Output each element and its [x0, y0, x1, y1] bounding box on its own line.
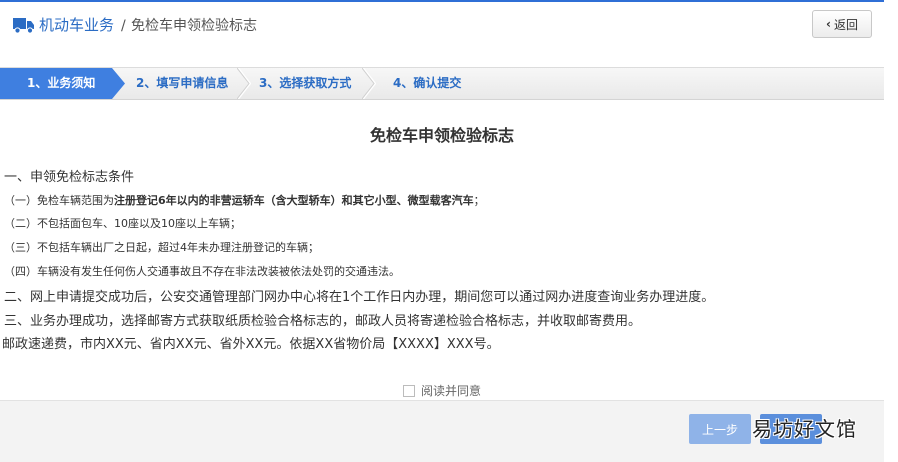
breadcrumb-current-page: 免检车申领检验标志 [131, 18, 257, 34]
previous-step-button[interactable]: 上一步 [689, 414, 751, 444]
step-1-business-notice: 1、业务须知 [27, 76, 96, 90]
section-3-text: 三、业务办理成功，选择邮寄方式获取纸质检验合格标志的，邮政人员将寄递检验合格标志… [4, 314, 642, 329]
page-header: 机动车业务 / 免检车申领检验标志 ‹ 返回 [0, 2, 884, 46]
condition-item-1-suffix: ； [473, 194, 485, 207]
step-3-choose-method: 3、选择获取方式 [259, 76, 352, 90]
step-2-fill-application: 2、填写申请信息 [136, 76, 229, 90]
condition-item-3: （三）不包括车辆出厂之日起，超过4年未办理注册登记的车辆； [4, 241, 319, 254]
section-2-text: 二、网上申请提交成功后，公安交通管理部门网办中心将在1个工作日内办理，期间您可以… [4, 290, 715, 305]
document-title: 免检车申领检验标志 [369, 126, 514, 145]
section-1-heading: 一、申领免检标志条件 [4, 170, 135, 185]
step-divider-chevron [237, 68, 251, 99]
condition-item-1-prefix: （一）免检车辆范围为 [4, 194, 114, 207]
breadcrumb-vehicle-business[interactable]: 机动车业务 [39, 15, 114, 35]
breadcrumb-separator: / [121, 18, 126, 34]
step-divider-chevron [362, 68, 376, 99]
postal-fee-text: 邮政速递费，市内XX元、省内XX元、省外XX元。依据XX省物价局【XXXX】XX… [2, 337, 500, 352]
back-button-label: 返回 [833, 17, 858, 32]
back-button[interactable]: ‹ 返回 [812, 10, 872, 38]
agree-checkbox[interactable] [403, 384, 415, 397]
chevron-left-icon: ‹ [826, 17, 831, 31]
agree-label: 阅读并同意 [421, 384, 482, 398]
condition-item-4: （四）车辆没有发生任何伤人交通事故且不存在非法改装被依法处罚的交通违法。 [4, 265, 400, 278]
agree-checkbox-row[interactable]: 阅读并同意 [403, 382, 481, 399]
truck-icon [13, 18, 34, 34]
step-progress-bar: 1、业务须知 2、填写申请信息 3、选择获取方式 4、确认提交 [0, 67, 884, 100]
condition-item-1-bold: 注册登记6年以内的非营运轿车（含大型轿车）和其它小型、微型载客汽车 [114, 194, 474, 207]
watermark-text: 易坊好文馆 [752, 417, 857, 441]
condition-item-2: （二）不包括面包车、10座以及10座以上车辆； [4, 217, 241, 230]
step-4-confirm-submit: 4、确认提交 [393, 76, 462, 90]
condition-item-1: （一）免检车辆范围为注册登记6年以内的非营运轿车（含大型轿车）和其它小型、微型载… [4, 192, 485, 208]
